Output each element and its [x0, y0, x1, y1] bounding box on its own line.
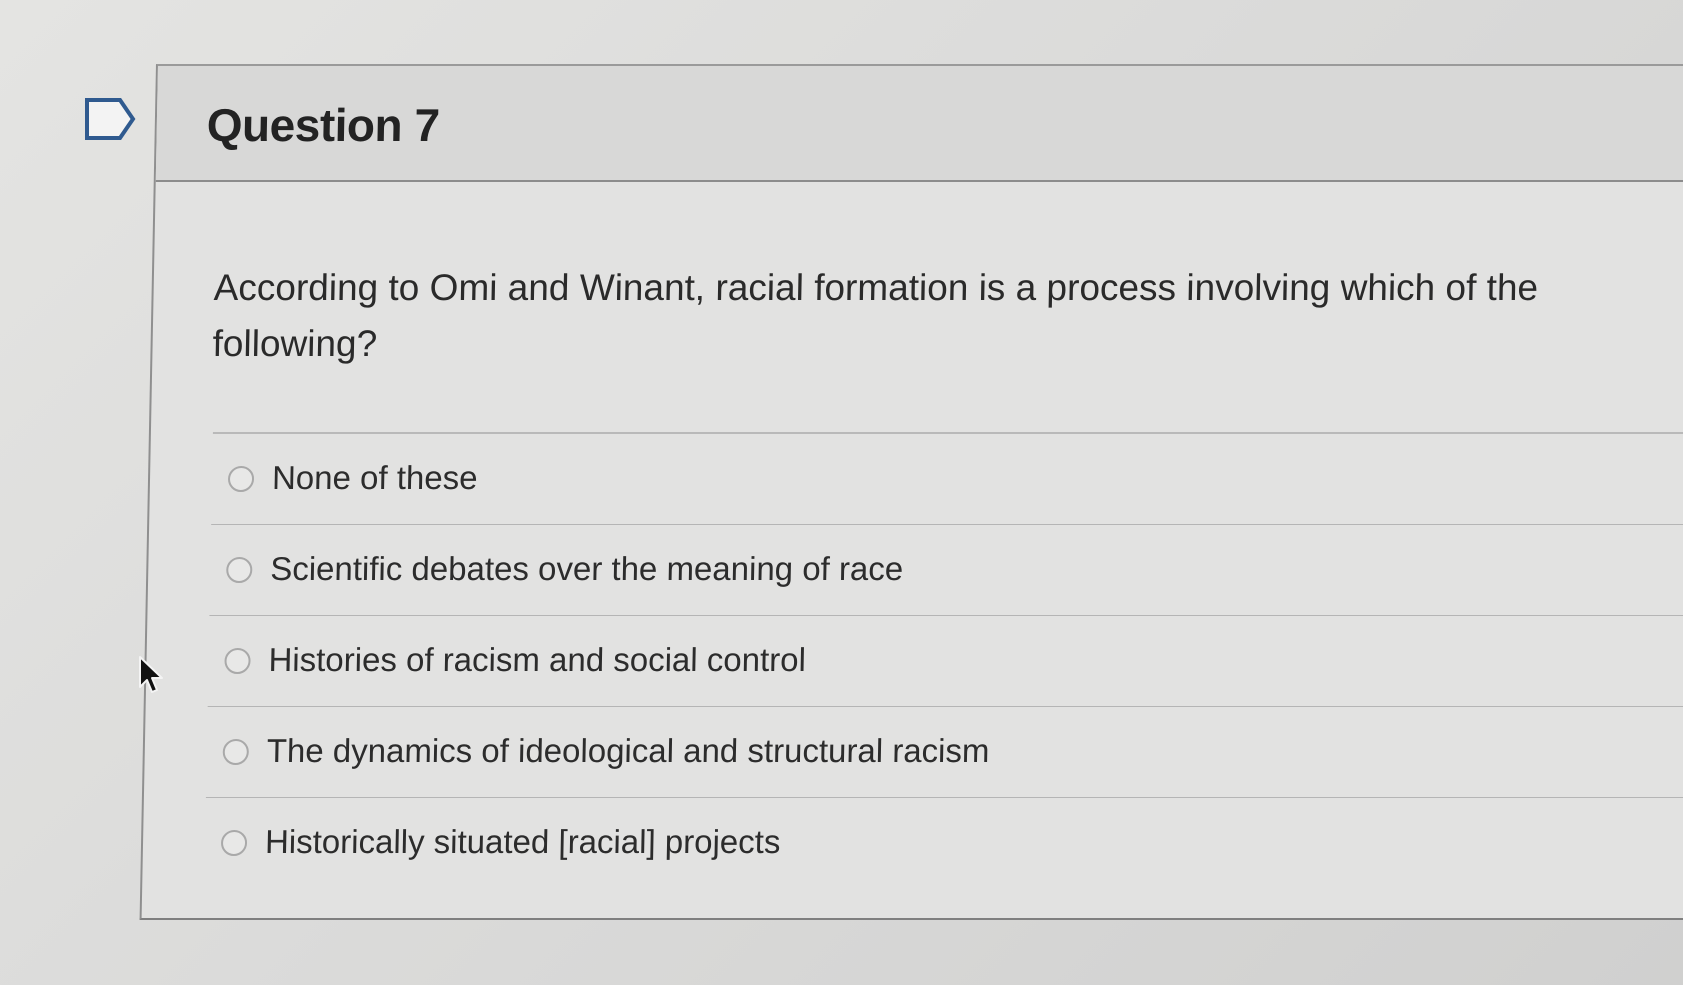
answer-option-projects[interactable]: Historically situated [racial] projects: [204, 797, 1683, 888]
answer-option-dynamics[interactable]: The dynamics of ideological and structur…: [205, 706, 1683, 797]
answer-option-scientific-debates[interactable]: Scientific debates over the meaning of r…: [209, 524, 1683, 615]
answer-list: None of these Scientific debates over th…: [204, 432, 1683, 888]
answer-label[interactable]: Historically situated [racial] projects: [265, 823, 781, 861]
radio-button[interactable]: [224, 648, 251, 674]
answer-label[interactable]: The dynamics of ideological and structur…: [266, 732, 989, 770]
radio-button[interactable]: [222, 739, 250, 765]
answer-label[interactable]: Scientific debates over the meaning of r…: [270, 550, 904, 588]
answer-option-histories[interactable]: Histories of racism and social control: [207, 615, 1683, 706]
question-header: Question 7: [155, 66, 1683, 182]
question-body: According to Omi and Winant, racial form…: [142, 182, 1683, 918]
radio-button[interactable]: [227, 466, 255, 492]
radio-button[interactable]: [226, 557, 253, 583]
question-prompt: According to Omi and Winant, racial form…: [212, 267, 1539, 364]
answer-option-none[interactable]: None of these: [211, 432, 1683, 524]
flag-question-icon[interactable]: [84, 97, 136, 141]
question-title: Question 7: [206, 99, 441, 151]
answer-label[interactable]: Histories of racism and social control: [268, 641, 806, 679]
radio-button[interactable]: [220, 830, 248, 856]
mouse-pointer-icon: [139, 656, 163, 693]
answer-label[interactable]: None of these: [272, 459, 478, 497]
question-card: Question 7 According to Omi and Winant, …: [139, 64, 1683, 920]
